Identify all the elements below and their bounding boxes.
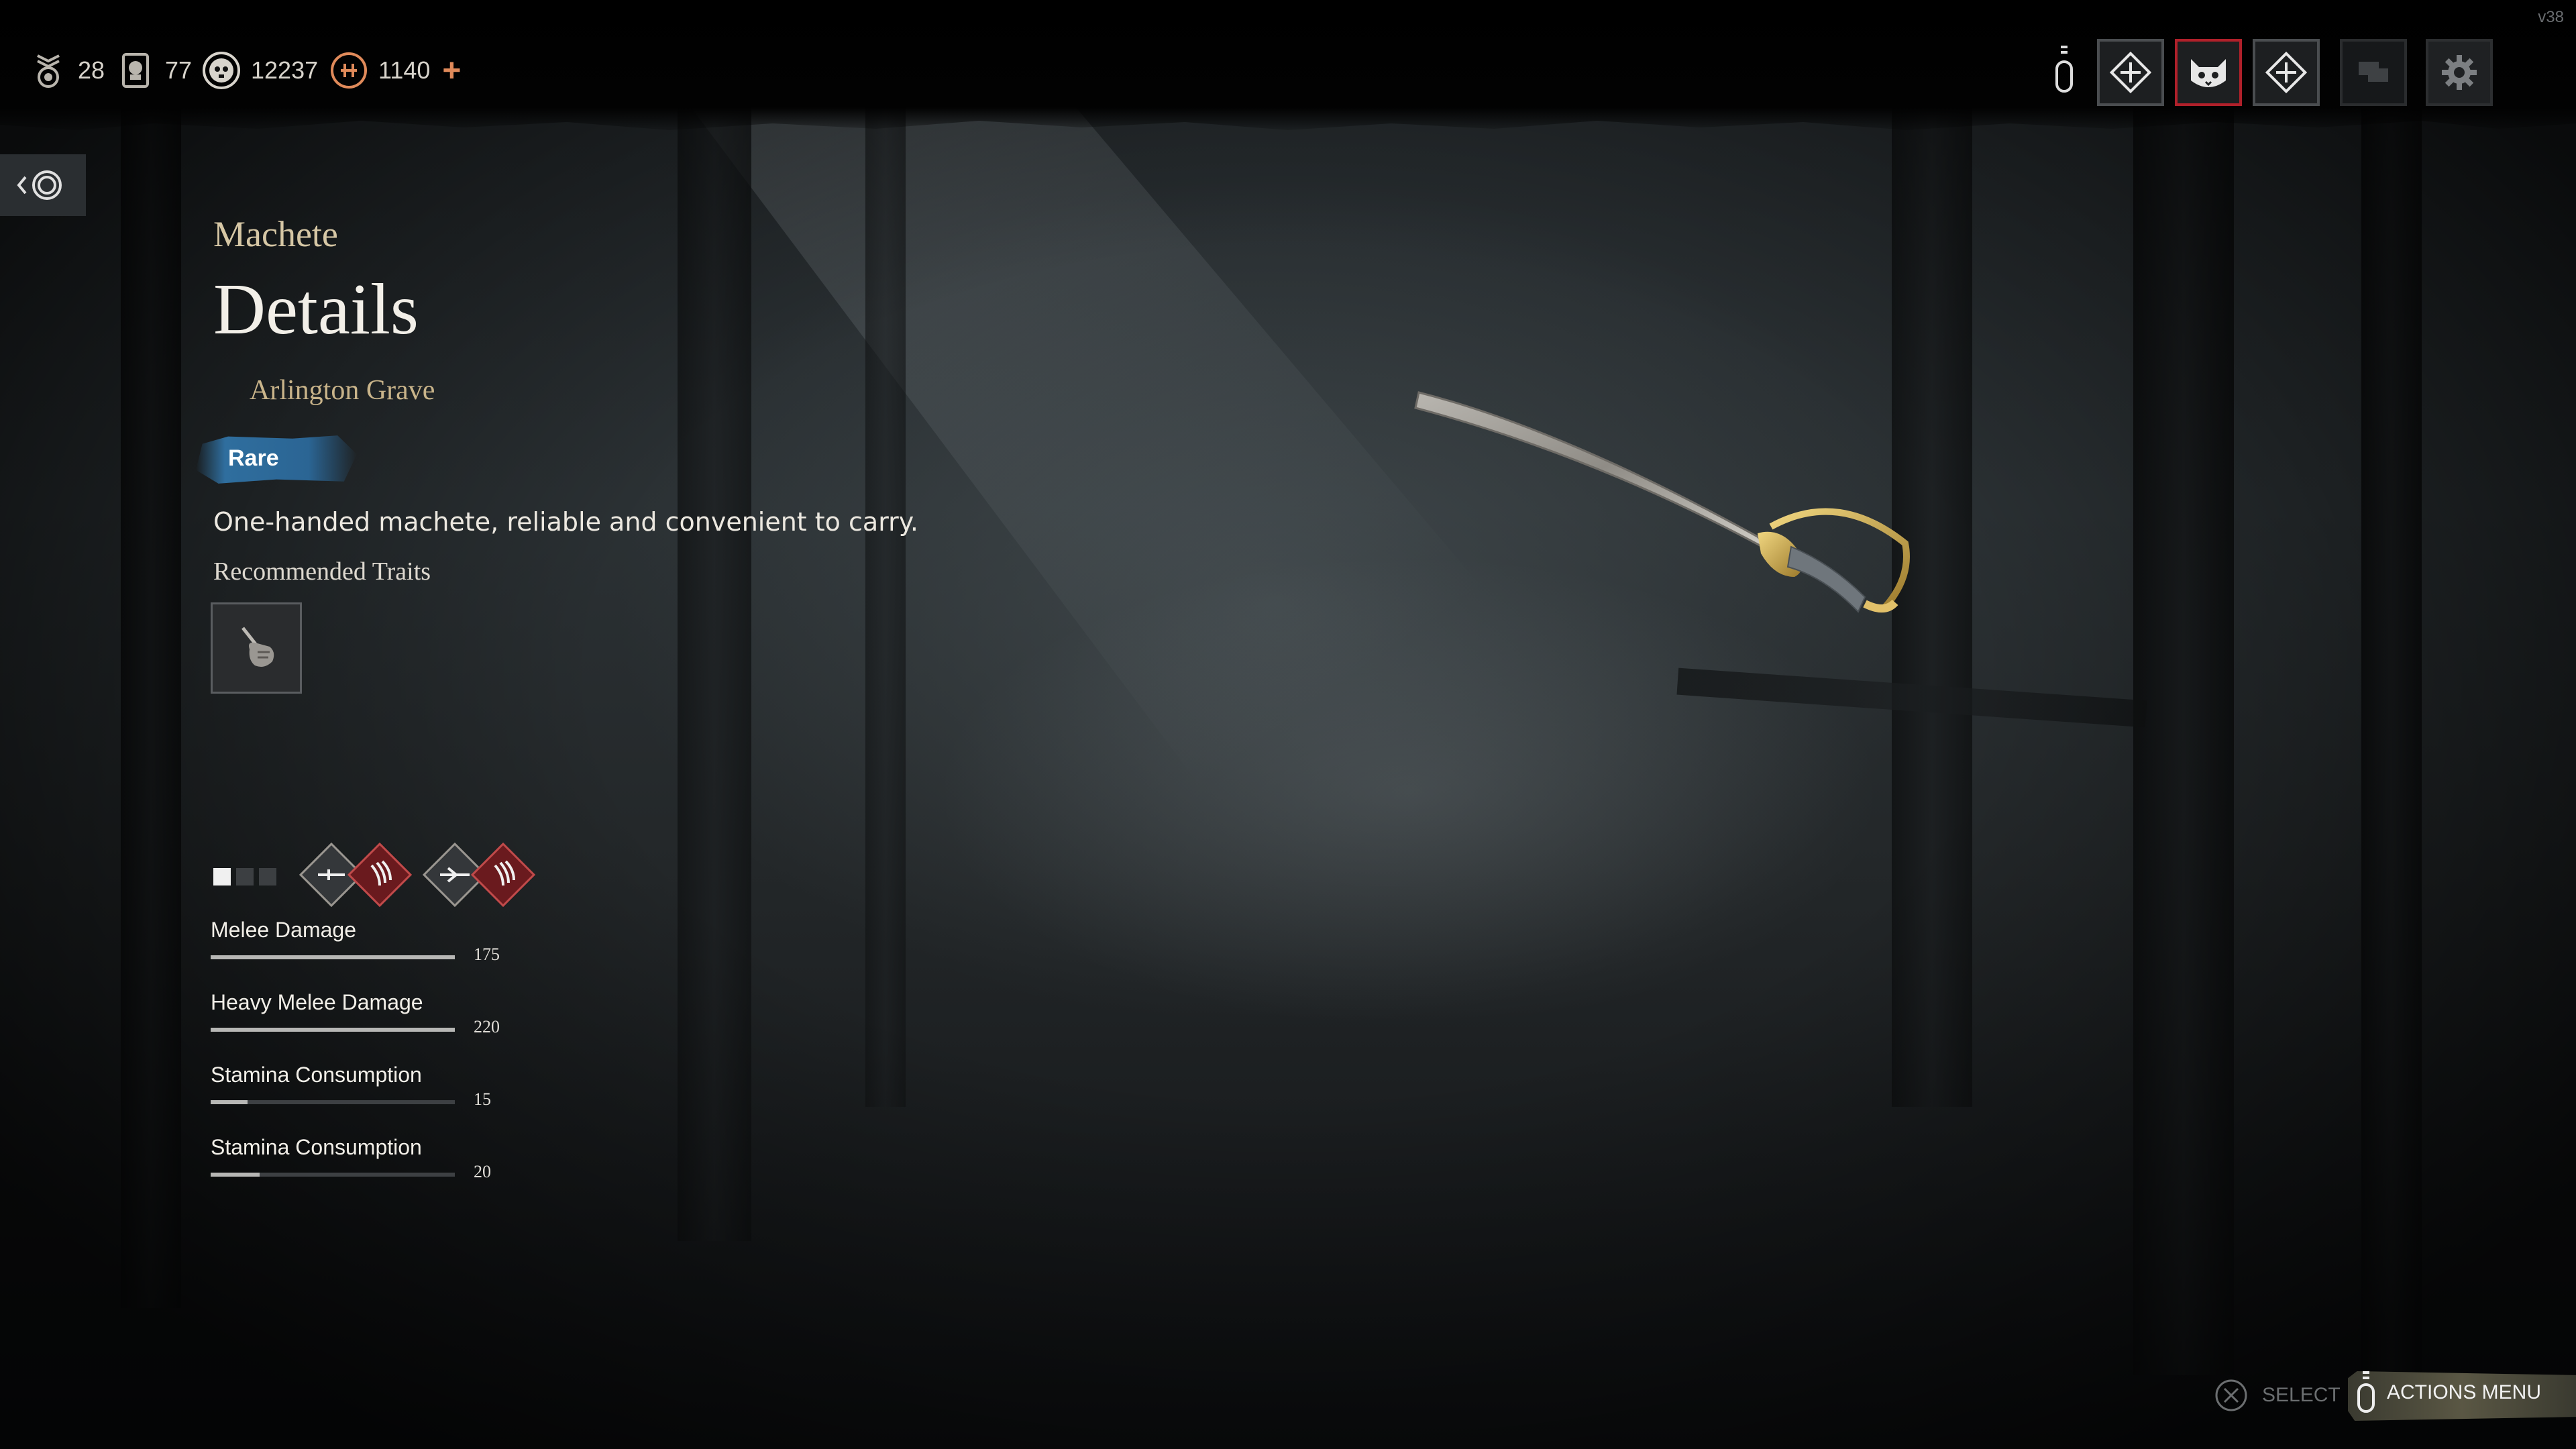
controller-trigger-icon [2357, 1371, 2375, 1413]
rarity-label: Rare [228, 445, 279, 471]
currency-bone-coin: 12237 [201, 47, 318, 94]
back-arrow-icon [17, 170, 62, 200]
stat-label: Heavy Melee Damage [211, 990, 423, 1014]
stat-bar [211, 1173, 455, 1177]
stat-label: Stamina Consumption [211, 1063, 422, 1087]
item-collection: Arlington Grave [250, 375, 435, 406]
select-prompt[interactable]: SELECT [2214, 1375, 2341, 1415]
stat-value: 175 [474, 945, 500, 964]
stat-stamina-consumption: Stamina Consumption 15 [211, 1063, 499, 1109]
gear-icon [2442, 55, 2477, 90]
stat-heavy-melee-damage: Heavy Melee Damage 220 [211, 990, 500, 1036]
settings-button[interactable] [2426, 39, 2493, 106]
rarity-badge: Rare [196, 435, 357, 484]
item-description: One-handed machete, reliable and conveni… [213, 507, 918, 537]
loadout-slot-1[interactable] [2097, 39, 2164, 106]
claw-marks-icon [494, 860, 515, 886]
crosshair-diamond-icon [2265, 51, 2308, 94]
actions-menu-label: ACTIONS MENU [2387, 1381, 2542, 1403]
chat-icon [2359, 62, 2388, 82]
item-type: Machete [213, 214, 338, 254]
pager-dot[interactable] [236, 868, 254, 885]
rank-icon [37, 54, 60, 88]
stat-bar-fill [211, 1100, 248, 1104]
stat-bar [211, 1100, 455, 1104]
stat-bar-fill [211, 1173, 260, 1177]
actions-menu-prompt[interactable]: ACTIONS MENU [2353, 1371, 2542, 1413]
stat-bar [211, 1028, 455, 1032]
character-slot-cat[interactable] [2175, 39, 2242, 106]
pager-dot[interactable] [213, 868, 231, 885]
stat-value: 20 [474, 1162, 491, 1181]
skull-token-value: 77 [165, 56, 193, 84]
premium-currency-value: 1140 [378, 56, 431, 84]
controller-trigger-icon [2055, 46, 2073, 93]
variant-pager [213, 868, 276, 885]
stat-bar-fill [211, 955, 455, 959]
stat-label: Melee Damage [211, 918, 356, 942]
version-label: v38 [2538, 8, 2564, 26]
cat-mask-icon [2191, 59, 2226, 87]
stat-bar [211, 955, 455, 959]
vignette-overlay [0, 0, 2576, 1449]
hand-blade-icon [241, 627, 274, 667]
pager-dot[interactable] [259, 868, 276, 885]
stat-value: 15 [474, 1089, 491, 1109]
bone-coin-icon [203, 52, 240, 89]
recommended-traits-label: Recommended Traits [213, 557, 431, 586]
loadout-slot-2[interactable] [2253, 39, 2320, 106]
cross-button-icon [2215, 1379, 2247, 1411]
stat-melee-damage: Melee Damage 175 [211, 918, 500, 964]
currency-rank: 28 [28, 47, 105, 94]
claw-marks-icon [370, 860, 392, 886]
add-currency-button[interactable]: + [442, 52, 461, 89]
stat-stamina-consumption-heavy: Stamina Consumption 20 [211, 1135, 499, 1181]
currency-premium: 1140 + [329, 47, 461, 94]
recommended-trait-slot[interactable] [211, 602, 302, 694]
chat-button[interactable] [2340, 39, 2407, 106]
skull-token-icon [122, 53, 149, 88]
crosshair-diamond-icon [2109, 51, 2152, 94]
premium-currency-icon [331, 52, 367, 89]
page-title: Details [213, 270, 419, 350]
stat-label: Stamina Consumption [211, 1135, 422, 1159]
stat-value: 220 [474, 1017, 500, 1036]
currency-skull-token: 77 [115, 47, 192, 94]
select-label: SELECT [2262, 1384, 2341, 1406]
stat-bar-fill [211, 1028, 455, 1032]
bone-coin-value: 12237 [251, 56, 319, 84]
back-button[interactable] [0, 154, 86, 216]
rank-value: 28 [78, 56, 105, 84]
